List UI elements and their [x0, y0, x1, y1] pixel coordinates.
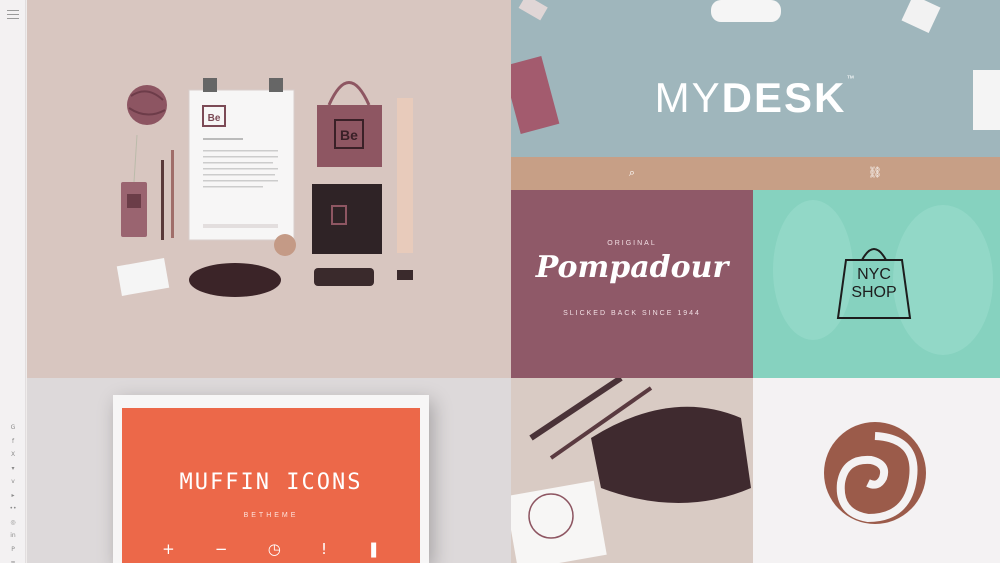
trademark-symbol: ™	[846, 74, 857, 83]
social-icon-facebook[interactable]: f	[0, 435, 26, 449]
link-icon[interactable]: ⛓	[868, 166, 882, 180]
portfolio-page: G f X ▾ v ▸ •• ◎ in P ≈ Be Be MYDESK™ ⌕ …	[0, 0, 1000, 563]
portfolio-tile-circle-logo[interactable]	[753, 378, 1000, 563]
mydesk-logo-desk: DESK	[721, 74, 847, 121]
social-icon-rss[interactable]: ≈	[0, 556, 26, 563]
nyc-text-line2: SHOP	[851, 284, 897, 301]
nyc-shop-text: NYC SHOP	[834, 266, 914, 302]
social-icons-list: G f X ▾ v ▸ •• ◎ in P ≈	[0, 421, 26, 563]
mydesk-logo: MYDESK™	[511, 74, 1000, 122]
pompadour-logo-text: Pompadour	[535, 250, 729, 285]
zoom-search-icon[interactable]: ⌕	[625, 166, 639, 180]
portfolio-tile-sunglasses[interactable]	[511, 378, 753, 563]
pompadour-top-text: ORIGINAL	[607, 240, 657, 247]
social-icon-youtube[interactable]: ▸	[0, 489, 26, 503]
social-icon-x[interactable]: X	[0, 448, 26, 462]
plus-icon: +	[162, 540, 175, 558]
mydesk-logo-my: MY	[654, 74, 722, 121]
alert-icon: !	[321, 540, 328, 558]
portfolio-tile-stationery[interactable]: Be Be	[27, 0, 511, 378]
sunglasses-case-image	[511, 378, 751, 563]
muffin-icons-subtitle: BETHEME	[243, 512, 299, 519]
social-icon-twitter[interactable]: ▾	[0, 462, 26, 476]
muffin-icons-title: MUFFIN ICONS	[179, 470, 363, 495]
stationery-mockup-image: Be Be	[116, 78, 413, 297]
portfolio-tile-mydesk[interactable]: MYDESK™ ⌕ ⛓	[511, 0, 1000, 190]
svg-text:Be: Be	[208, 113, 221, 124]
svg-text:Be: Be	[340, 127, 358, 143]
bookmark-icon: ❚	[367, 540, 380, 558]
clock-icon: ◷	[267, 540, 281, 558]
social-icon-gplus[interactable]: G	[0, 421, 26, 435]
nyc-text-line1: NYC	[857, 266, 891, 283]
left-sidebar: G f X ▾ v ▸ •• ◎ in P ≈	[0, 0, 26, 563]
social-icon-flickr[interactable]: ••	[0, 502, 26, 516]
minus-icon: −	[214, 540, 228, 558]
nyc-shop-bag-logo: NYC SHOP	[834, 240, 914, 322]
social-icon-vimeo[interactable]: v	[0, 475, 26, 489]
social-icon-pinterest[interactable]: P	[0, 543, 26, 557]
swirl-logo-image	[824, 422, 926, 524]
social-icon-linkedin[interactable]: in	[0, 529, 26, 543]
pompadour-bottom-text: SLICKED BACK SINCE 1944	[563, 310, 701, 317]
social-icon-dribbble[interactable]: ◎	[0, 516, 26, 530]
desk-edge	[511, 157, 1000, 190]
poster-icon-row: + − ◷ ! ❚	[122, 540, 420, 558]
hamburger-menu-icon[interactable]	[7, 10, 19, 19]
